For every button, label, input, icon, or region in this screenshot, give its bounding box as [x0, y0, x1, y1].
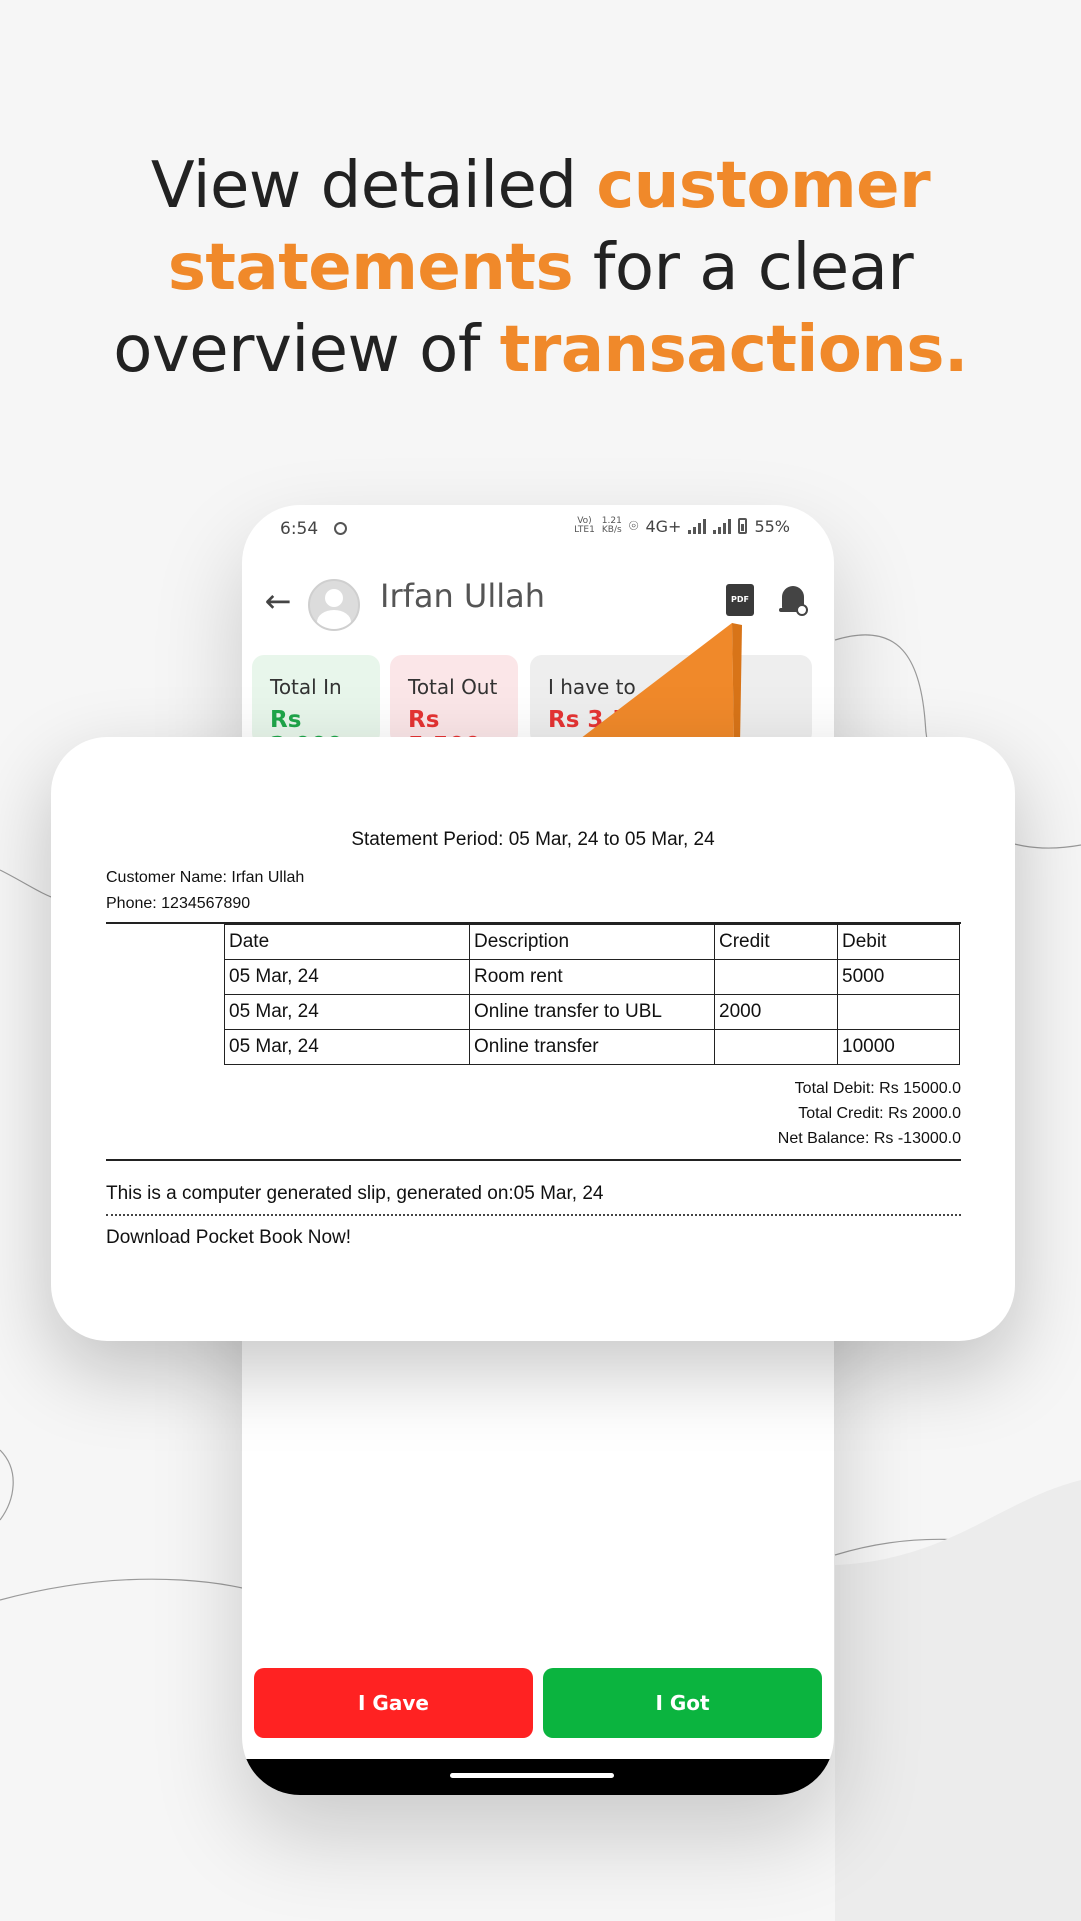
- table-row: 05 Mar, 24 Room rent 5000: [224, 959, 960, 995]
- i-got-button[interactable]: I Got: [543, 1668, 822, 1738]
- headline: View detailed customer statements for a …: [0, 145, 1081, 391]
- table-cell: 5000: [837, 959, 960, 995]
- table-cell: [714, 1029, 838, 1065]
- headline-text: for a clear: [573, 231, 914, 305]
- statement-phone: Phone: 1234567890: [106, 895, 251, 912]
- table-cell: Online transfer: [469, 1029, 715, 1065]
- home-indicator[interactable]: [450, 1773, 614, 1778]
- table-header-row: Date Description Credit Debit: [224, 924, 960, 960]
- column-header: Date: [224, 924, 470, 960]
- action-bar: I Gave I Got: [254, 1668, 822, 1738]
- table-cell: 05 Mar, 24: [224, 994, 470, 1030]
- net-balance: Net Balance: Rs -13000.0: [777, 1130, 961, 1147]
- table-cell: [837, 994, 960, 1030]
- statement-table: Date Description Credit Debit 05 Mar, 24…: [224, 924, 960, 1065]
- table-cell: Room rent: [469, 959, 715, 995]
- highlight-pointer: [572, 623, 742, 745]
- table-cell: [714, 959, 838, 995]
- download-prompt: Download Pocket Book Now!: [106, 1227, 352, 1248]
- headline-accent: customer: [596, 149, 931, 223]
- total-credit: Total Credit: Rs 2000.0: [798, 1105, 961, 1122]
- headline-text: overview of: [113, 313, 500, 387]
- statement-period: Statement Period: 05 Mar, 24 to 05 Mar, …: [351, 829, 715, 850]
- table-cell: 05 Mar, 24: [224, 959, 470, 995]
- i-gave-button[interactable]: I Gave: [254, 1668, 533, 1738]
- table-cell: 10000: [837, 1029, 960, 1065]
- table-cell: 2000: [714, 994, 838, 1030]
- generated-note: This is a computer generated slip, gener…: [106, 1183, 604, 1204]
- table-cell: Online transfer to UBL: [469, 994, 715, 1030]
- column-header: Description: [469, 924, 715, 960]
- column-header: Credit: [714, 924, 838, 960]
- headline-accent: statements: [167, 231, 574, 305]
- headline-text: View detailed: [150, 149, 597, 223]
- statement-customer-name: Customer Name: Irfan Ullah: [106, 869, 305, 886]
- navigation-bar: [242, 1759, 834, 1795]
- headline-accent: transactions.: [499, 313, 969, 387]
- table-row: 05 Mar, 24 Online transfer to UBL 2000: [224, 994, 960, 1030]
- divider: [106, 1159, 961, 1161]
- total-debit: Total Debit: Rs 15000.0: [794, 1080, 961, 1097]
- dotted-divider: [106, 1214, 961, 1216]
- column-header: Debit: [837, 924, 960, 960]
- table-row: 05 Mar, 24 Online transfer 10000: [224, 1029, 960, 1065]
- table-cell: 05 Mar, 24: [224, 1029, 470, 1065]
- statement-preview: Statement Period: 05 Mar, 24 to 05 Mar, …: [51, 737, 1015, 1341]
